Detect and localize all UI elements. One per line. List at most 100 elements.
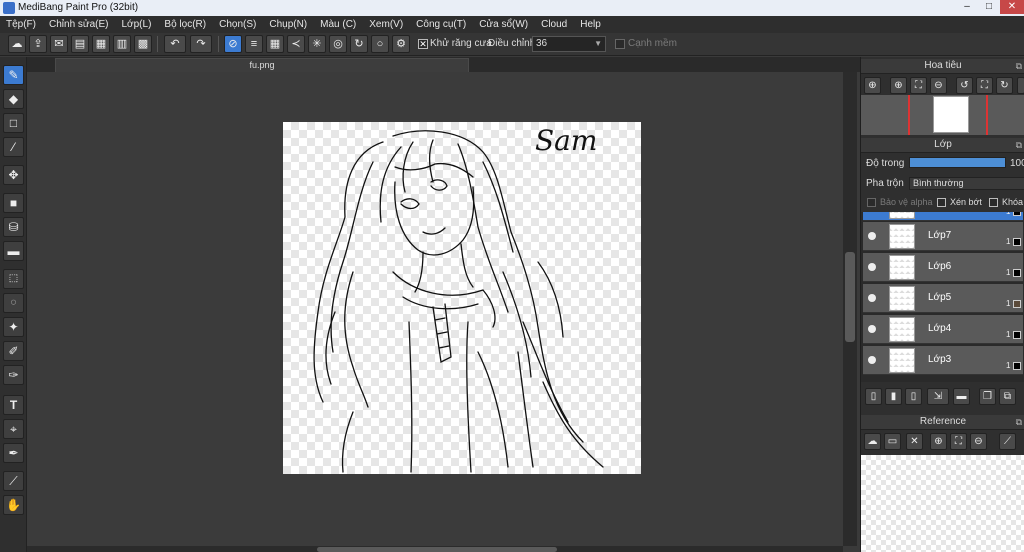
perspective-snap-icon[interactable]: ≺: [287, 35, 305, 53]
undo-icon[interactable]: ↶: [164, 35, 186, 53]
open-folder-icon[interactable]: ▭: [884, 433, 901, 450]
popout-icon[interactable]: ⧉: [1016, 415, 1022, 429]
canvas-workspace[interactable]: Sam: [27, 72, 843, 546]
new-layer-icon[interactable]: ▯: [865, 388, 882, 405]
eyedropper-tool-icon[interactable]: ⟋: [3, 471, 24, 491]
eraser-tool-icon[interactable]: ◆: [3, 89, 24, 109]
snap-settings-icon[interactable]: ⚙: [392, 35, 410, 53]
divide-tool-icon[interactable]: ⌖: [3, 419, 24, 439]
reference-canvas[interactable]: [861, 455, 1024, 552]
horizontal-scroll-thumb[interactable]: [317, 547, 557, 552]
adjust-select[interactable]: 36 ▼: [532, 36, 606, 52]
menu-cloud[interactable]: Cloud: [541, 19, 567, 30]
vertical-scroll-thumb[interactable]: [845, 252, 855, 342]
horizontal-scrollbar[interactable]: [27, 546, 843, 552]
hand-tool-icon[interactable]: ✋: [3, 495, 24, 515]
popout-icon[interactable]: ⧉: [1016, 138, 1022, 152]
blend-mode-select[interactable]: Bình thường: [909, 177, 1024, 190]
vertical-scrollbar[interactable]: [843, 72, 857, 546]
document-tab[interactable]: fu.png: [55, 58, 469, 72]
menu-window[interactable]: Cửa sổ(W): [479, 19, 528, 30]
zoom-fit-icon[interactable]: ⊕: [890, 77, 907, 94]
select-eraser-icon[interactable]: ✑: [3, 365, 24, 385]
visibility-eye-icon[interactable]: [868, 232, 876, 240]
curve-snap-icon[interactable]: ↻: [350, 35, 368, 53]
menu-edit[interactable]: Chỉnh sửa(E): [49, 19, 109, 30]
magic-wand-icon[interactable]: ✦: [3, 317, 24, 337]
circle-snap-icon[interactable]: ○: [371, 35, 389, 53]
move-tool-icon[interactable]: ✥: [3, 165, 24, 185]
protect-alpha-checkbox[interactable]: [867, 198, 876, 207]
close-button[interactable]: ✕: [1000, 0, 1024, 14]
layer-row[interactable]: Lớp3 1: [863, 346, 1023, 375]
layer-row[interactable]: Lớp5 1: [863, 284, 1023, 313]
brush-tool-icon[interactable]: ✎: [3, 65, 24, 85]
parallel-snap-icon[interactable]: ≡: [245, 35, 263, 53]
concentric-snap-icon[interactable]: ◎: [329, 35, 347, 53]
radial-snap-icon[interactable]: ✳: [308, 35, 326, 53]
rotate-left-icon[interactable]: ↺: [956, 77, 973, 94]
eyedropper-icon[interactable]: ⟋: [999, 433, 1016, 450]
document-icon[interactable]: ▦: [92, 35, 110, 53]
opacity-slider[interactable]: [909, 157, 1006, 168]
menu-view[interactable]: Xem(V): [369, 19, 403, 30]
lock-checkbox[interactable]: [989, 198, 998, 207]
visibility-eye-icon[interactable]: [868, 356, 876, 364]
clipping-checkbox[interactable]: [937, 198, 946, 207]
comment-icon[interactable]: ✉: [50, 35, 68, 53]
layer-options-icon[interactable]: ⇲: [927, 388, 949, 405]
gallery-icon[interactable]: ▥: [113, 35, 131, 53]
zoom-out-icon[interactable]: ⊖: [970, 433, 987, 450]
layer-list[interactable]: 1 Lớp7 1 Lớp6 1 Lớp5 1 Lớp4: [861, 212, 1024, 382]
zoom-in-icon[interactable]: ⊕: [930, 433, 947, 450]
reset-view-icon[interactable]: ⛶: [976, 77, 993, 94]
menu-select[interactable]: Chọn(S): [219, 19, 256, 30]
fit-window-icon[interactable]: ⛶: [950, 433, 967, 450]
new-halftone-layer-icon[interactable]: ▯: [905, 388, 922, 405]
upload-icon[interactable]: ⇪: [29, 35, 47, 53]
close-reference-icon[interactable]: ✕: [906, 433, 923, 450]
redo-icon[interactable]: ↷: [190, 35, 212, 53]
gradient-tool-icon[interactable]: ▬: [3, 241, 24, 261]
fill-tool-icon[interactable]: ■: [3, 193, 24, 213]
zoom-out-icon[interactable]: ⊖: [930, 77, 947, 94]
duplicate-layer-icon[interactable]: ❐: [979, 388, 996, 405]
select-pen-icon[interactable]: ✐: [3, 341, 24, 361]
merge-layer-icon[interactable]: ⧉: [999, 388, 1016, 405]
menu-filter[interactable]: Bộ lọc(R): [164, 19, 206, 30]
menu-tools[interactable]: Công cụ(T): [416, 19, 466, 30]
popout-icon[interactable]: ⧉: [1016, 59, 1022, 73]
menu-help[interactable]: Help: [580, 19, 601, 30]
layer-row[interactable]: Lớp6 1: [863, 253, 1023, 282]
visibility-eye-icon[interactable]: [868, 294, 876, 302]
folder-icon[interactable]: ▬: [953, 388, 970, 405]
minimize-button[interactable]: –: [956, 0, 978, 14]
zoom-in-icon[interactable]: ⊕: [864, 77, 881, 94]
bucket-tool-icon[interactable]: ⛁: [3, 217, 24, 237]
layer-row[interactable]: Lớp7 1: [863, 222, 1023, 251]
fit-window-icon[interactable]: ⛶: [910, 77, 927, 94]
antialias-checkbox[interactable]: ✕: [418, 39, 428, 49]
soft-edge-checkbox[interactable]: [615, 39, 625, 49]
menu-layer[interactable]: Lớp(L): [122, 19, 152, 30]
visibility-eye-icon[interactable]: [868, 263, 876, 271]
layer-row[interactable]: 1: [863, 212, 1023, 221]
flip-icon[interactable]: [1017, 77, 1024, 94]
menu-file[interactable]: Tệp(F): [6, 19, 36, 30]
select-lasso-icon[interactable]: ◌: [3, 293, 24, 313]
navigator-preview[interactable]: [861, 95, 1024, 135]
cloud-open-icon[interactable]: ☁: [864, 433, 881, 450]
grid-snap-icon[interactable]: ▦: [266, 35, 284, 53]
dot-tool-icon[interactable]: ⁄: [3, 137, 24, 157]
maximize-button[interactable]: □: [978, 0, 1000, 14]
text-tool-icon[interactable]: T: [3, 395, 24, 415]
cloud-icon[interactable]: ☁: [8, 35, 26, 53]
new-color-layer-icon[interactable]: ▮: [885, 388, 902, 405]
menu-snap[interactable]: Chụp(N): [269, 19, 307, 30]
select-rect-icon[interactable]: ⬚: [3, 269, 24, 289]
layer-row[interactable]: Lớp4 1: [863, 315, 1023, 344]
drawing-canvas[interactable]: Sam: [283, 122, 641, 474]
operation-tool-icon[interactable]: ✒: [3, 443, 24, 463]
rotate-right-icon[interactable]: ↻: [996, 77, 1013, 94]
shape-tool-icon[interactable]: □: [3, 113, 24, 133]
